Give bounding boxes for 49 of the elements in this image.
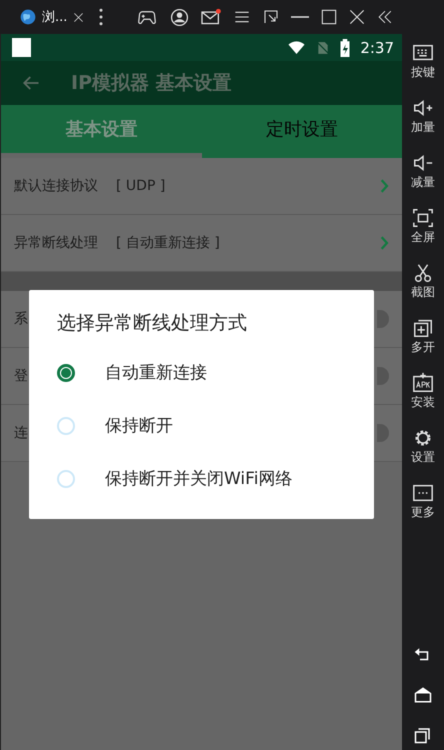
radio-button[interactable] <box>57 364 75 382</box>
mail-icon[interactable] <box>201 8 222 26</box>
dialog-title: 选择异常断线处理方式 <box>57 311 247 336</box>
row-label: 系 <box>14 310 28 328</box>
user-icon <box>170 8 190 26</box>
collapse-icon <box>377 10 394 24</box>
row-value: [ 自动重新连接 ] <box>116 234 220 252</box>
chevron-icon <box>379 179 389 193</box>
row-value: [ UDP ] <box>116 178 166 194</box>
sidebar-button[interactable]: 按键 <box>411 42 435 97</box>
radio-option[interactable]: 自动重新连接 <box>29 346 374 399</box>
sidebar-button[interactable]: 减量 <box>411 152 435 207</box>
clock: 2:37 <box>360 38 394 56</box>
more-icon <box>411 482 435 504</box>
back-icon <box>21 74 41 92</box>
battery-icon <box>340 38 350 56</box>
no-sim-icon <box>316 40 330 56</box>
home-icon <box>412 686 434 704</box>
row-label: 登 <box>14 367 28 385</box>
row-label: 默认连接协议 <box>14 177 98 195</box>
notification-icon <box>12 38 31 57</box>
sidebar-button[interactable]: 设置 <box>411 427 435 482</box>
maximize-icon <box>321 9 338 25</box>
fullscreen-icon <box>411 207 435 229</box>
app-title: IP模拟器 基本设置 <box>71 71 232 96</box>
sidebar-button[interactable]: 加量 <box>411 97 435 152</box>
globe-icon <box>20 9 36 25</box>
minimize-icon <box>291 16 310 18</box>
sidebar-button[interactable]: 全屏 <box>411 207 435 262</box>
home-button[interactable] <box>412 686 434 704</box>
tab-title[interactable]: 浏... <box>42 8 68 26</box>
close-icon <box>349 9 366 25</box>
resize-icon <box>263 9 280 25</box>
radio-option[interactable]: 保持断开 <box>29 399 374 452</box>
more-icon <box>98 8 104 26</box>
close-icon <box>73 12 84 22</box>
sidebar-button[interactable]: 截图 <box>411 262 435 317</box>
gamepad-icon <box>136 8 158 26</box>
menu-icon <box>233 9 252 25</box>
row-label: 连 <box>14 424 28 442</box>
apk-icon <box>411 372 435 394</box>
radio-option[interactable]: 保持断开并关闭WiFi网络 <box>29 452 374 505</box>
sidebar-button[interactable]: 更多 <box>411 482 435 537</box>
sidebar-button[interactable]: 安装 <box>411 372 435 427</box>
multi-window-icon <box>411 317 435 339</box>
row-label: 异常断线处理 <box>14 234 98 252</box>
sidebar-button[interactable]: 多开 <box>411 317 435 372</box>
wifi-icon <box>287 40 306 56</box>
chevron-icon <box>379 236 389 250</box>
